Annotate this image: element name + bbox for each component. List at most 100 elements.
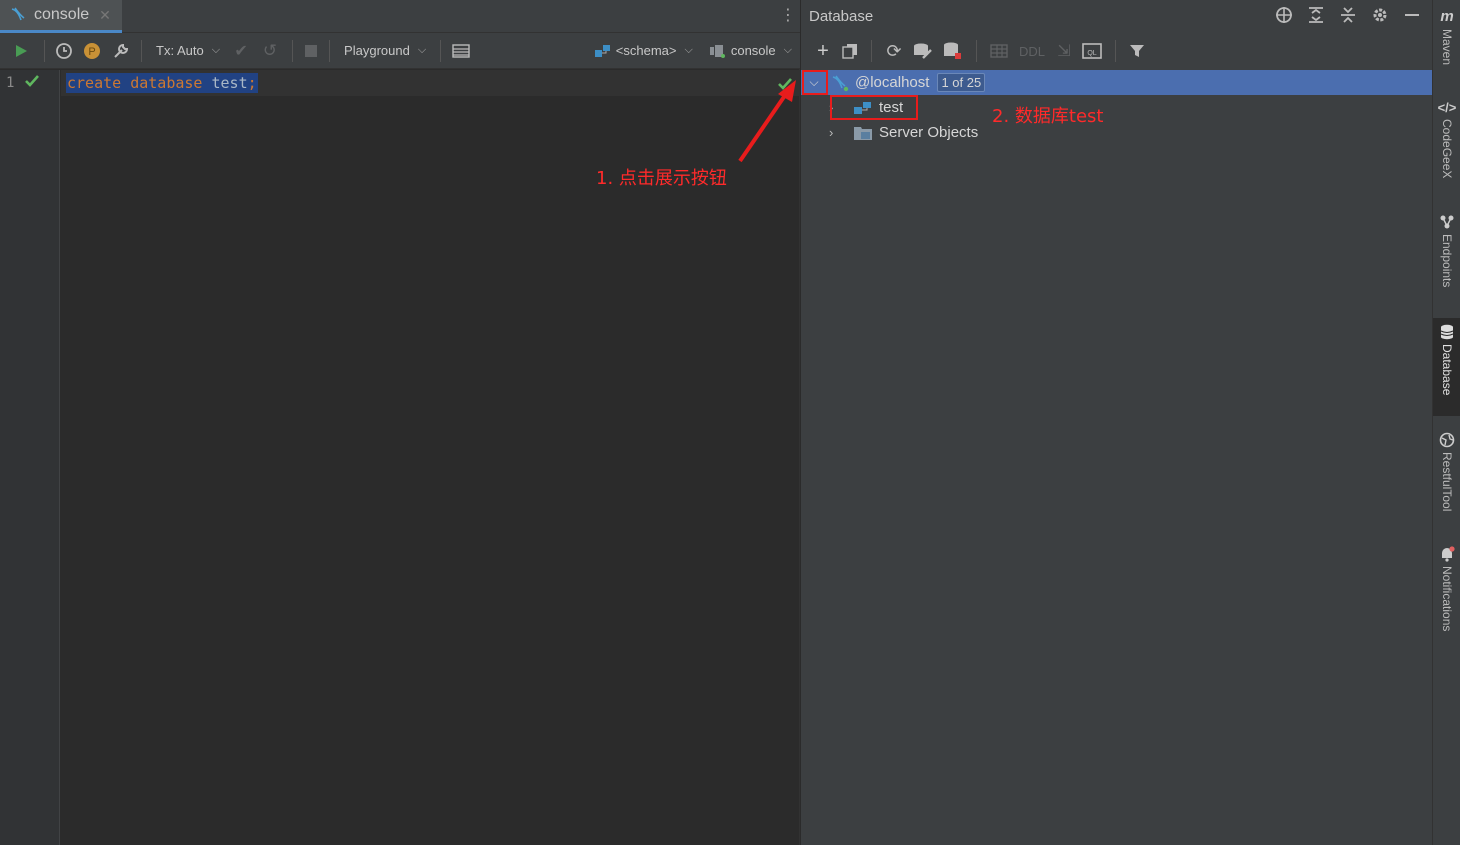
table-view-button[interactable] [985, 38, 1013, 64]
wrench-icon [114, 43, 129, 58]
ddl-button[interactable]: DDL [1013, 38, 1051, 64]
svg-text:QL: QL [1087, 50, 1096, 57]
tx-mode-label: Tx: Auto [156, 43, 204, 58]
chevron-down-icon: ⌵ [783, 44, 792, 56]
database-header: Database [801, 0, 1432, 33]
schema-label: <schema> [615, 43, 677, 58]
toolbar-divider [1115, 40, 1117, 62]
settings-button[interactable] [109, 38, 133, 64]
undo-icon: ↺ [262, 40, 278, 60]
stripe-database-label: Database [1440, 344, 1454, 396]
gear-icon[interactable] [1370, 5, 1390, 25]
chevron-right-icon[interactable]: › [829, 125, 843, 140]
annotation-box-test [830, 95, 918, 120]
expand-all-icon[interactable] [1306, 5, 1326, 25]
check-icon: ✔ [234, 42, 248, 60]
tool-window-stripe: m Maven </> CodeGeeX Endpoints Database … [1432, 0, 1460, 845]
commit-button[interactable]: ✔ [226, 38, 256, 64]
filter-icon [1130, 45, 1145, 57]
code-identifier: test [211, 74, 248, 92]
code-line[interactable]: create database test; [66, 73, 258, 93]
svg-text:P: P [88, 46, 95, 58]
disconnect-button[interactable] [938, 38, 968, 64]
codegeex-icon: </> [1437, 100, 1457, 115]
stripe-codegeex-label: CodeGeeX [1440, 119, 1454, 179]
schema-count-badge[interactable]: 1 of 25 [937, 73, 986, 92]
toolbar-divider [440, 39, 442, 62]
db-settings-icon [914, 43, 932, 59]
more-options-icon[interactable]: ⋮ [780, 6, 796, 26]
database-icon [1440, 324, 1454, 340]
toolbar-divider [141, 39, 142, 62]
header-actions [1274, 5, 1422, 25]
query-console-button[interactable]: QL [1077, 38, 1107, 64]
p-badge-icon: P [84, 42, 100, 59]
duplicate-button[interactable] [837, 38, 863, 64]
execute-button[interactable] [6, 38, 36, 64]
data-source-properties-button[interactable] [908, 38, 938, 64]
refresh-icon: ⟳ [886, 40, 902, 61]
refresh-button[interactable]: ⟳ [880, 38, 908, 64]
stripe-endpoints[interactable]: Endpoints [1433, 214, 1460, 287]
chevron-down-icon: ⌵ [211, 44, 221, 56]
line-number: 1 [6, 75, 15, 91]
stripe-restfultool[interactable]: RestfulTool [1433, 432, 1460, 511]
ddl-label: DDL [1019, 43, 1046, 59]
collapse-all-icon[interactable] [1338, 5, 1358, 25]
chevron-down-icon: ⌵ [684, 44, 693, 56]
annotation-click-expand: 1. 点击展示按钮 [596, 168, 727, 189]
stripe-database[interactable]: Database [1433, 318, 1460, 416]
database-tree: ⌵ @localhost 1 of 25 › test › Server Obj… [801, 70, 1432, 845]
code-keyword-create: create [67, 74, 122, 92]
filter-button[interactable] [1124, 38, 1150, 64]
playground-dropdown[interactable]: Playground ⌵ [338, 38, 432, 64]
console-icon: QL [1082, 43, 1102, 59]
endpoints-icon [1440, 215, 1454, 229]
tx-mode-dropdown[interactable]: Tx: Auto ⌵ [150, 38, 226, 64]
mysql-datasource-icon [832, 75, 849, 91]
stop-icon [305, 44, 318, 57]
history-button[interactable] [53, 38, 75, 64]
stripe-notifications[interactable]: Notifications [1433, 546, 1460, 631]
output-layout-button[interactable] [449, 38, 473, 64]
stripe-maven[interactable]: m Maven [1433, 8, 1460, 65]
stripe-restfultool-label: RestfulTool [1440, 452, 1454, 512]
datasource-label: @localhost [855, 74, 930, 91]
line-gutter: 1 [0, 70, 60, 845]
stop-button[interactable] [301, 38, 321, 64]
code-semicolon: ; [247, 74, 257, 92]
playground-label: Playground [344, 43, 410, 58]
tab-console[interactable]: console ✕ [0, 0, 122, 33]
toolbar-divider [976, 40, 977, 62]
annotation-database-test: 2. 数据库test [992, 106, 1104, 127]
stripe-maven-label: Maven [1440, 29, 1454, 66]
tree-node-localhost[interactable]: ⌵ @localhost 1 of 25 [801, 70, 1432, 95]
toolbar-divider [871, 40, 872, 62]
server-objects-label: Server Objects [879, 124, 979, 141]
console-session-icon [709, 44, 725, 58]
bell-icon [1442, 546, 1455, 562]
panel-title: Database [809, 8, 874, 25]
toolbar-divider [44, 39, 45, 62]
session-label: console [730, 43, 776, 58]
minimize-icon[interactable] [1402, 5, 1422, 25]
jump-icon: ⇲ [1057, 43, 1071, 60]
toolbar-divider [292, 39, 294, 62]
tree-node-server-objects[interactable]: › Server Objects [801, 120, 1432, 145]
close-icon[interactable]: ✕ [99, 7, 111, 24]
run-icon [16, 44, 27, 57]
chevron-down-icon: ⌵ [417, 44, 427, 56]
locate-icon[interactable] [1274, 5, 1294, 25]
rollback-button[interactable]: ↺ [256, 38, 284, 64]
stripe-codegeex[interactable]: </> CodeGeeX [1433, 100, 1460, 178]
schema-dropdown[interactable]: <schema> ⌵ [588, 38, 699, 64]
tab-console-label: console [34, 6, 90, 23]
add-button[interactable]: + [809, 38, 837, 64]
stripe-notifications-label: Notifications [1440, 566, 1454, 632]
table-layout-icon [452, 43, 470, 58]
globe-icon [1439, 432, 1455, 448]
jump-to-button[interactable]: ⇲ [1051, 38, 1077, 64]
session-dropdown[interactable]: console ⌵ [699, 38, 800, 64]
profiler-button[interactable]: P [75, 38, 109, 64]
toolbar-divider [329, 39, 331, 62]
